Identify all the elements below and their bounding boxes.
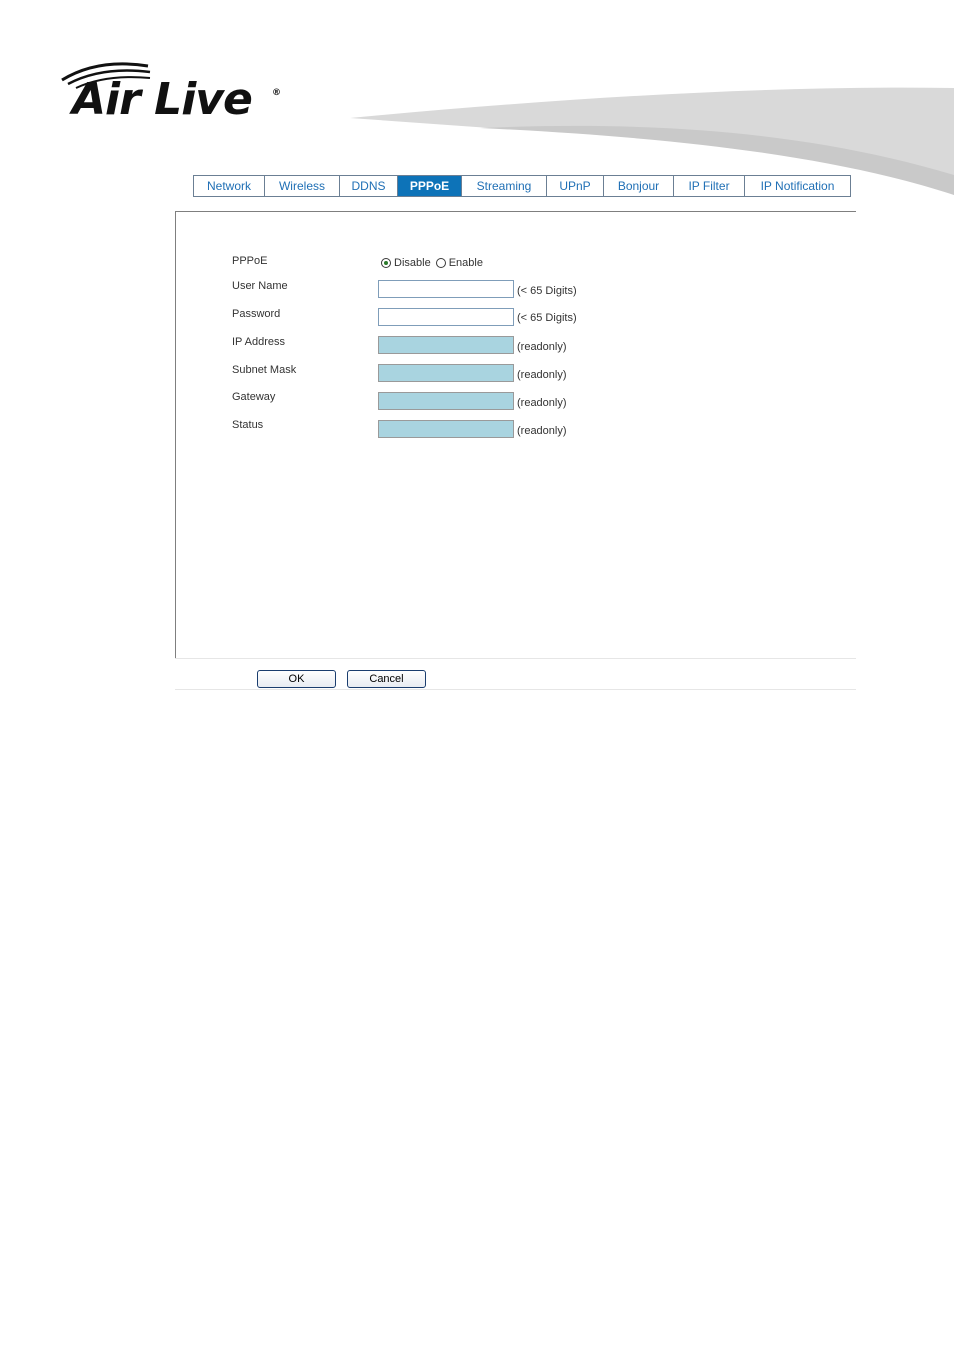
password-hint: (< 65 Digits): [517, 312, 577, 324]
subnet-mask-hint: (readonly): [517, 369, 567, 381]
tab-pppoe[interactable]: PPPoE: [397, 175, 462, 197]
tab-bonjour[interactable]: Bonjour: [603, 175, 674, 197]
password-input[interactable]: [378, 308, 514, 326]
pppoe-mode-radio-group: Disable Enable: [381, 257, 488, 269]
tab-upnp[interactable]: UPnP: [546, 175, 604, 197]
gateway-field: [378, 392, 514, 410]
status-hint: (readonly): [517, 425, 567, 437]
ok-button[interactable]: OK: [257, 670, 336, 688]
user-name-label: User Name: [232, 280, 288, 292]
tab-wireless[interactable]: Wireless: [264, 175, 340, 197]
ip-address-label: IP Address: [232, 336, 285, 348]
tab-ddns[interactable]: DDNS: [339, 175, 398, 197]
pppoe-settings-panel: PPPoE Disable Enable User Name (< 65 Dig…: [175, 211, 856, 658]
pppoe-disable-label[interactable]: Disable: [394, 257, 431, 269]
cancel-button[interactable]: Cancel: [347, 670, 426, 688]
subnet-mask-field: [378, 364, 514, 382]
pppoe-disable-radio[interactable]: [381, 258, 391, 268]
tab-network[interactable]: Network: [193, 175, 265, 197]
subnet-mask-label: Subnet Mask: [232, 364, 297, 376]
footer-top-divider: [175, 658, 856, 659]
user-name-hint: (< 65 Digits): [517, 285, 577, 297]
ip-address-hint: (readonly): [517, 341, 567, 353]
status-field: [378, 420, 514, 438]
tab-ip-notification[interactable]: IP Notification: [744, 175, 851, 197]
password-label: Password: [232, 308, 281, 320]
airlive-logo: Air Live ®: [58, 60, 298, 130]
settings-tabs: Network Wireless DDNS PPPoE Streaming UP…: [193, 175, 851, 197]
user-name-input[interactable]: [378, 280, 514, 298]
status-label: Status: [232, 419, 264, 431]
ip-address-field: [378, 336, 514, 354]
gateway-label: Gateway: [232, 391, 276, 403]
footer-bottom-divider: [175, 689, 856, 690]
logo-text: Air Live: [72, 74, 253, 125]
gateway-hint: (readonly): [517, 397, 567, 409]
tab-ip-filter[interactable]: IP Filter: [673, 175, 745, 197]
tab-streaming[interactable]: Streaming: [461, 175, 547, 197]
registered-mark: ®: [272, 88, 281, 98]
pppoe-label: PPPoE: [232, 255, 268, 267]
pppoe-enable-label[interactable]: Enable: [449, 257, 483, 269]
pppoe-enable-radio[interactable]: [435, 258, 446, 268]
